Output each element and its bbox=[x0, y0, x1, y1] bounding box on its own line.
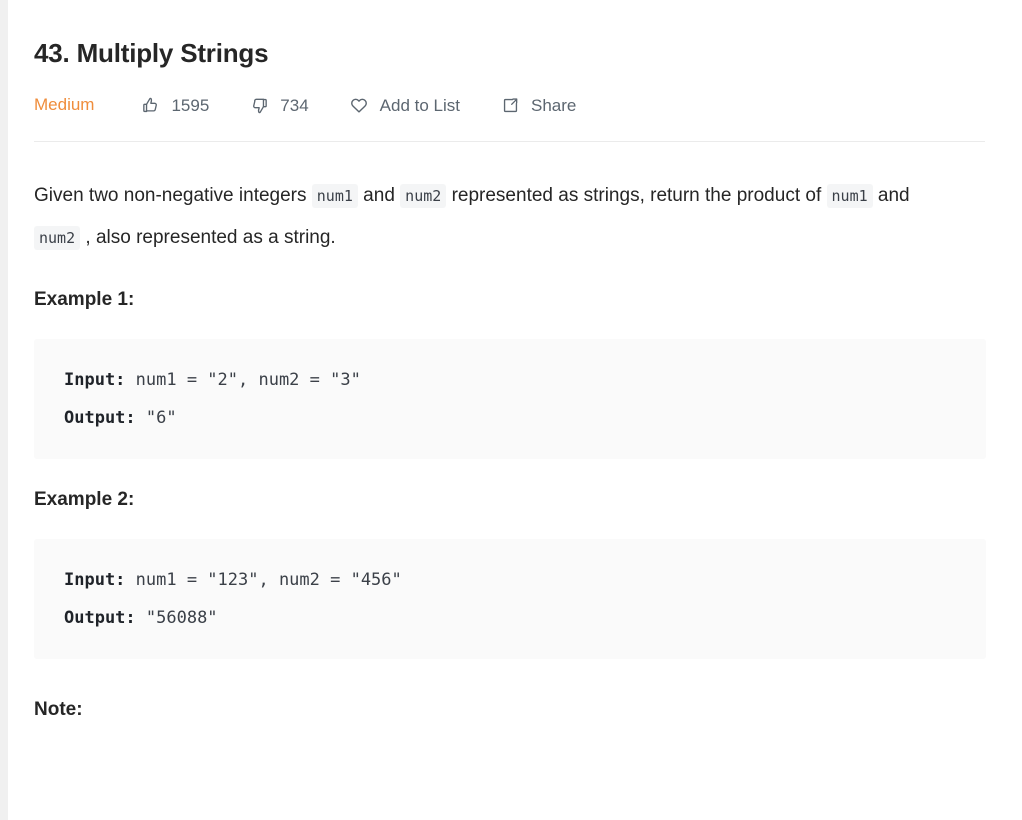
inline-code-num1-a: num1 bbox=[311, 184, 358, 209]
example-2-output-value: "56088" bbox=[135, 608, 218, 629]
upvote-count: 1595 bbox=[171, 95, 210, 115]
thumbs-up-icon bbox=[140, 95, 160, 115]
difficulty-badge: Medium bbox=[34, 95, 95, 115]
upvote-button[interactable]: 1595 bbox=[140, 95, 209, 115]
example-2-input-label: Input: bbox=[64, 570, 126, 591]
problem-description-panel: 43. Multiply Strings Medium 1595 734 Add… bbox=[8, 0, 1022, 820]
example-2-code-block: Input: num1 = "123", num2 = "456" Output… bbox=[34, 539, 986, 660]
example-2-output-label: Output: bbox=[64, 608, 136, 629]
header-divider bbox=[34, 141, 985, 143]
add-to-list-button[interactable]: Add to List bbox=[349, 95, 460, 115]
example-1-heading: Example 1: bbox=[34, 289, 135, 311]
example-2-input-value: num1 = "123", num2 = "456" bbox=[125, 570, 402, 591]
share-icon bbox=[500, 95, 520, 115]
share-label: Share bbox=[531, 95, 577, 115]
page-title: 43. Multiply Strings bbox=[34, 38, 269, 68]
heart-icon bbox=[349, 95, 369, 115]
inline-code-num2-a: num2 bbox=[400, 184, 447, 209]
statement-text-2: and bbox=[357, 185, 401, 207]
statement-text-4: and bbox=[872, 185, 910, 207]
downvote-count: 734 bbox=[280, 95, 309, 115]
left-gutter bbox=[0, 0, 8, 820]
inline-code-num1-b: num1 bbox=[826, 184, 873, 209]
statement-text-3: represented as strings, return the produ… bbox=[446, 185, 827, 207]
example-1-output-label: Output: bbox=[64, 408, 136, 429]
statement-text-5: , also represented as a string. bbox=[80, 227, 336, 249]
inline-code-num2-b: num2 bbox=[34, 226, 81, 251]
example-1-output-value: "6" bbox=[135, 408, 177, 429]
note-heading: Note: bbox=[34, 699, 83, 721]
share-button[interactable]: Share bbox=[500, 95, 576, 115]
problem-meta-row: Medium 1595 734 Add to List Share bbox=[34, 93, 986, 117]
downvote-button[interactable]: 734 bbox=[249, 95, 309, 115]
example-1-input-label: Input: bbox=[64, 370, 126, 391]
example-2-heading: Example 2: bbox=[34, 489, 135, 511]
problem-statement: Given two non-negative integers num1 and… bbox=[34, 175, 939, 259]
statement-text-1: Given two non-negative integers bbox=[34, 185, 312, 207]
example-1-input-value: num1 = "2", num2 = "3" bbox=[125, 370, 361, 391]
thumbs-down-icon bbox=[249, 95, 269, 115]
add-to-list-label: Add to List bbox=[379, 95, 460, 115]
example-1-code-block: Input: num1 = "2", num2 = "3" Output: "6… bbox=[34, 339, 986, 460]
